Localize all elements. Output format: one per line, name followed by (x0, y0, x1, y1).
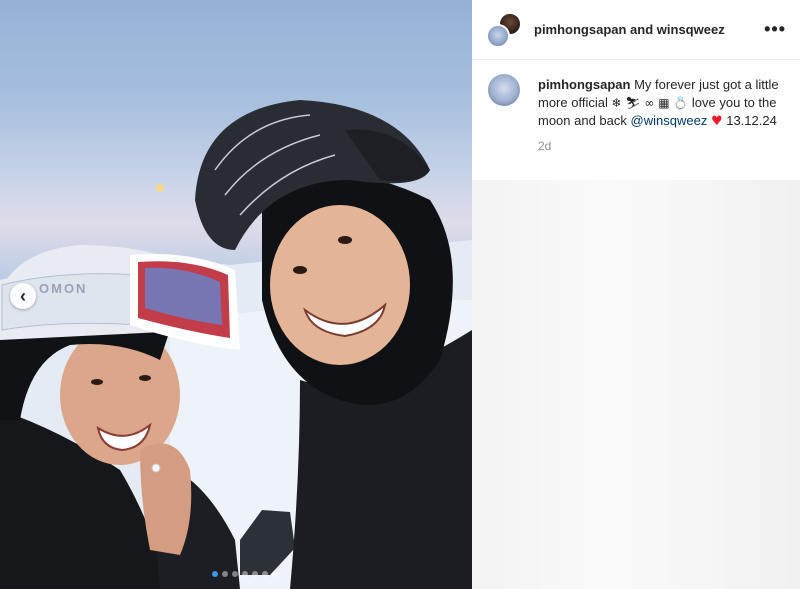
carousel-dot (262, 571, 268, 577)
post-timestamp[interactable]: 2d (538, 139, 800, 153)
carousel-dot (242, 571, 248, 577)
more-options-icon[interactable]: ••• (764, 19, 786, 40)
post-caption: pimhongsapan My forever just got a littl… (538, 74, 784, 131)
post-side-panel: pimhongsapan and winsqweez ••• pimhongsa… (472, 0, 800, 589)
avatar[interactable] (486, 23, 510, 48)
collab-usernames[interactable]: pimhongsapan and winsqweez (534, 22, 764, 37)
svg-text:OMON: OMON (39, 281, 87, 296)
carousel-dot (272, 571, 278, 577)
heart-icon: ♥ (710, 114, 723, 129)
carousel-dot (232, 571, 238, 577)
caption-date: 13.12.24 (726, 113, 777, 128)
mention-link[interactable]: @winsqweez (631, 113, 708, 128)
carousel-dot (212, 571, 218, 577)
avatar[interactable] (488, 74, 520, 106)
carousel-dot (252, 571, 258, 577)
comments-area (472, 180, 800, 589)
post-photo[interactable]: OMON ‹ (0, 0, 472, 589)
collab-avatars[interactable] (486, 11, 522, 48)
caption-username[interactable]: pimhongsapan (538, 77, 630, 92)
carousel-dot (222, 571, 228, 577)
caption-row: pimhongsapan My forever just got a littl… (472, 60, 800, 131)
goggle-brand-logo: OMON (39, 281, 87, 296)
chevron-left-icon: ‹ (20, 285, 26, 306)
carousel-prev-button[interactable]: ‹ (10, 283, 36, 309)
caption-emojis: ❄ ⛷ ∞ ▦ 💍 (611, 96, 689, 110)
moon-shape (156, 184, 164, 192)
post-header: pimhongsapan and winsqweez ••• (472, 0, 800, 60)
carousel-indicator (212, 571, 278, 577)
